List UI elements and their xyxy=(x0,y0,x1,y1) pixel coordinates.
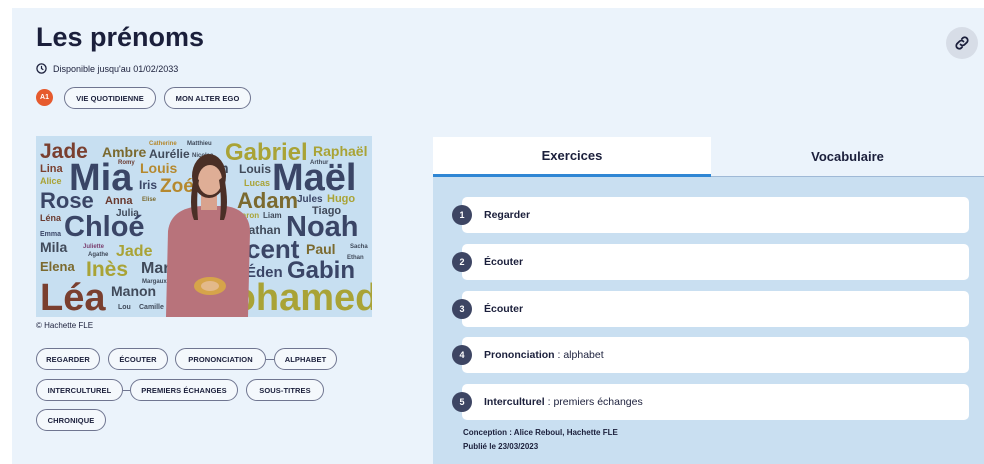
page-background: Les prénoms Disponible jusqu'au 01/02/20… xyxy=(12,8,984,464)
exercise-number: 2 xyxy=(452,252,472,272)
tag-alphabet[interactable]: ALPHABET xyxy=(274,348,337,370)
word-cloud-word: Lucas xyxy=(244,178,270,188)
tag-interculturel[interactable]: INTERCULTUREL xyxy=(36,379,123,401)
tag-connector xyxy=(266,359,274,360)
image-credit: © Hachette FLE xyxy=(36,321,94,330)
exercise-number: 5 xyxy=(452,392,472,412)
exercise-title: Écouter xyxy=(484,256,524,268)
word-cloud-word: Paul xyxy=(306,241,336,257)
exercise-title: Prononciation xyxy=(484,349,555,361)
tag-connector xyxy=(123,390,130,391)
availability: Disponible jusqu'au 01/02/2033 xyxy=(36,63,178,74)
exercise-detail: : alphabet xyxy=(554,349,604,361)
level-badge: A1 xyxy=(36,89,53,106)
tag-regarder[interactable]: REGARDER xyxy=(36,348,100,370)
exercise-item-1[interactable]: 1 Regarder xyxy=(452,197,969,233)
tag-premiers-echanges[interactable]: PREMIERS ÉCHANGES xyxy=(130,379,238,401)
tag-mon-alter-ego[interactable]: MON ALTER EGO xyxy=(164,87,251,109)
word-cloud-word: Emma xyxy=(40,231,61,238)
tag-vie-quotidienne[interactable]: VIE QUOTIDIENNE xyxy=(64,87,156,109)
tag-ecouter[interactable]: ÉCOUTER xyxy=(108,348,168,370)
link-icon xyxy=(955,36,969,50)
word-cloud-word: Aurélie xyxy=(149,147,190,161)
exercise-item-4[interactable]: 4 Prononciation : alphabet xyxy=(452,337,969,373)
word-cloud-word: Adam xyxy=(237,188,298,213)
word-cloud-word: Rose xyxy=(40,188,94,213)
exercise-item-3[interactable]: 3 Écouter xyxy=(452,291,969,327)
exercise-title: Regarder xyxy=(484,209,531,221)
word-cloud-word: Elena xyxy=(40,259,75,274)
exercise-number: 1 xyxy=(452,205,472,225)
exercise-title: Écouter xyxy=(484,303,524,315)
word-cloud-word: Iris xyxy=(139,178,157,192)
word-cloud-word: Juliette xyxy=(83,244,105,250)
word-cloud-word: Matthieu xyxy=(187,141,212,147)
availability-text: Disponible jusqu'au 01/02/2033 xyxy=(53,63,179,74)
word-cloud-word: Chloé xyxy=(64,211,145,243)
word-cloud-word: Liam xyxy=(263,211,282,220)
word-cloud-word: Louis xyxy=(140,160,178,176)
word-cloud-word: Zoé xyxy=(160,176,194,197)
tab-vocabulaire[interactable]: Vocabulaire xyxy=(711,137,984,177)
exercise-item-2[interactable]: 2 Écouter xyxy=(452,244,969,280)
exercise-item-5[interactable]: 5 Interculturel : premiers échanges xyxy=(452,384,969,420)
clock-icon xyxy=(36,63,47,74)
tag-prononciation[interactable]: PRONONCIATION xyxy=(175,348,266,370)
exercise-number: 4 xyxy=(452,345,472,365)
exercise-list: 1 Regarder 2 Écouter 3 Écouter 4 Prononc… xyxy=(433,177,984,464)
word-cloud-word: Léa xyxy=(40,277,106,317)
word-cloud-word: Alice xyxy=(40,176,62,186)
word-cloud-word: Elise xyxy=(142,197,157,203)
word-cloud-word: Lou xyxy=(118,304,131,311)
word-cloud-word: Sacha xyxy=(350,244,368,250)
video-player[interactable]: JadeAmbreCatherineMatthieuAurélieNicolas… xyxy=(36,136,372,317)
page-title: Les prénoms xyxy=(36,22,205,52)
exercise-panel: Exercices Vocabulaire 1 Regarder 2 Écout… xyxy=(433,137,984,464)
word-cloud-word: Lina xyxy=(40,163,63,175)
conception-credit: Conception : Alice Reboul, Hachette FLE xyxy=(463,428,618,437)
word-cloud-word: Anna xyxy=(105,195,133,207)
word-cloud-word: Léna xyxy=(40,213,62,223)
word-cloud-word: Jules xyxy=(297,194,323,205)
exercise-detail: : premiers échanges xyxy=(544,396,643,408)
word-cloud-word: Mila xyxy=(40,239,67,255)
tab-bar: Exercices Vocabulaire xyxy=(433,137,984,177)
copy-link-button[interactable] xyxy=(946,27,978,59)
tag-sous-titres[interactable]: SOUS-TITRES xyxy=(246,379,324,401)
word-cloud-word: Manon xyxy=(111,283,156,299)
word-cloud-word: Camille xyxy=(139,304,164,311)
publish-date: Publié le 23/03/2023 xyxy=(463,442,539,451)
word-cloud-image: JadeAmbreCatherineMatthieuAurélieNicolas… xyxy=(40,139,372,317)
tag-chronique[interactable]: CHRONIQUE xyxy=(36,409,106,431)
exercise-number: 3 xyxy=(452,299,472,319)
word-cloud-word: Louis xyxy=(239,162,271,176)
word-cloud-word: Hugo xyxy=(327,193,355,205)
tab-exercices[interactable]: Exercices xyxy=(433,137,711,177)
exercise-title: Interculturel xyxy=(484,396,545,408)
